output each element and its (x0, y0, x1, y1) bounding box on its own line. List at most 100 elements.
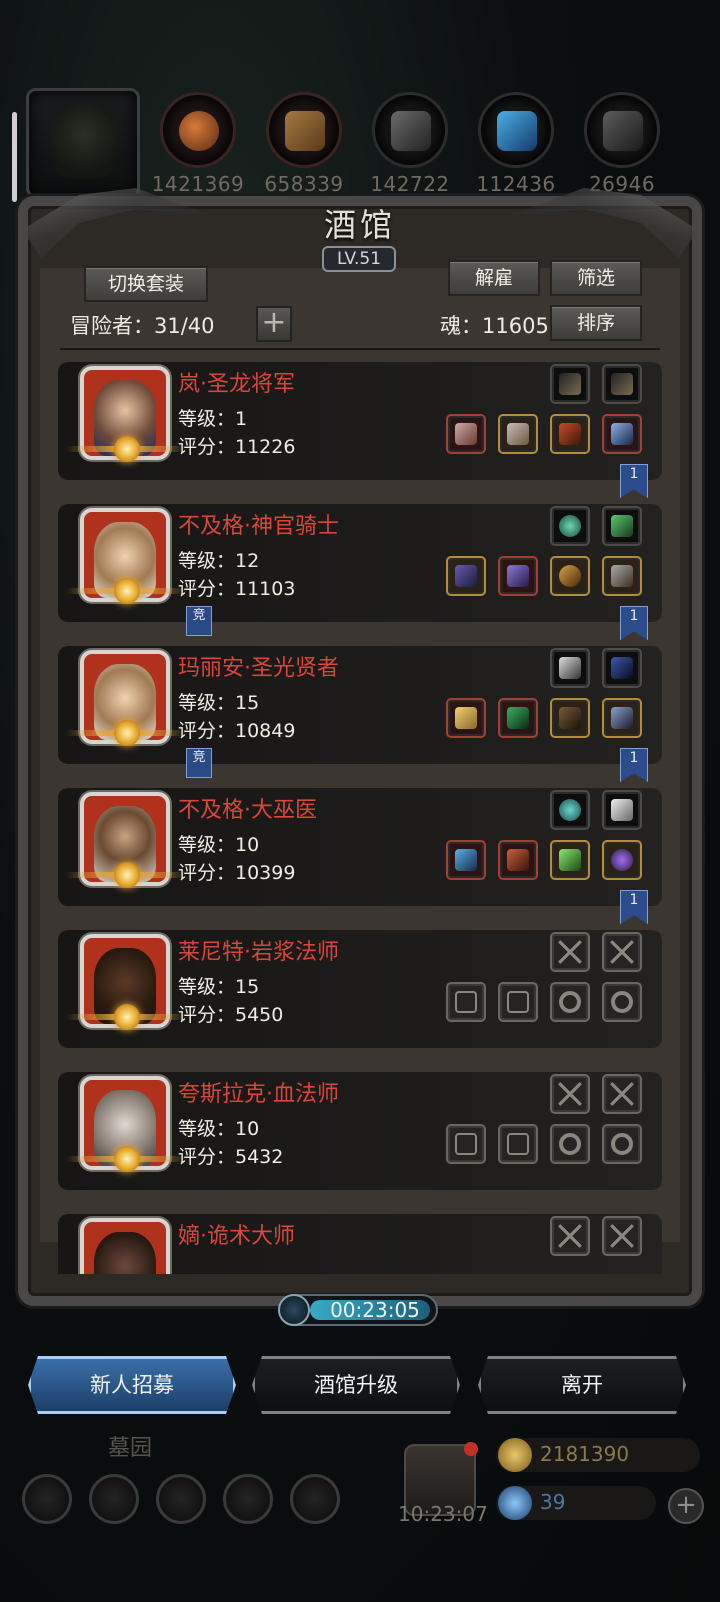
tavern-level-badge: LV.51 (322, 246, 396, 272)
empty-ring-slot[interactable] (550, 982, 590, 1022)
hero-name: 嫡·诡术大师 (178, 1224, 295, 1249)
hero-score: 评分：5432 (178, 1146, 284, 1168)
weapon-slot[interactable] (446, 414, 486, 454)
accessory-slot[interactable] (550, 506, 590, 546)
switch-set-button[interactable]: 切换套装 (84, 266, 208, 302)
hero-level: 等级：15 (178, 692, 260, 714)
dismiss-button[interactable]: 解雇 (448, 260, 540, 296)
resource-wood: 658339 (264, 92, 343, 196)
accessory-slot[interactable] (550, 790, 590, 830)
filter-button[interactable]: 筛选 (550, 260, 642, 296)
resource-crystal: 112436 (476, 92, 555, 196)
clock-icon (278, 1294, 310, 1326)
hero-card[interactable]: 岚·圣龙将军 等级：1 评分：11226 1 (58, 358, 662, 498)
sort-button[interactable]: 排序 (550, 305, 642, 341)
favorite-flag[interactable]: 1 (620, 748, 648, 782)
gloves-slot[interactable] (550, 414, 590, 454)
leave-button[interactable]: 离开 (478, 1356, 686, 1414)
player-avatar[interactable] (26, 88, 140, 198)
hero-card[interactable]: 不及格·神官骑士 等级：12 评分：11103 竞 1 (58, 500, 662, 640)
gear-icon[interactable] (22, 1474, 72, 1524)
hero-level: 等级：15 (178, 976, 260, 998)
iron-icon (584, 92, 660, 168)
crystal-icon (478, 92, 554, 168)
accessory-slot[interactable] (602, 648, 642, 688)
weapon-slot[interactable] (446, 698, 486, 738)
hero-portrait[interactable] (80, 1218, 170, 1274)
empty-ring-slot[interactable] (550, 1124, 590, 1164)
meat-icon (160, 92, 236, 168)
accessory-slot[interactable] (602, 364, 642, 404)
empty-accessory-slot[interactable] (602, 1216, 642, 1256)
rank-emblem-icon (66, 1146, 186, 1172)
armor-slot[interactable] (498, 840, 538, 880)
empty-weapon-slot[interactable] (446, 982, 486, 1022)
shield-icon[interactable] (290, 1474, 340, 1524)
gloves-slot[interactable] (550, 556, 590, 596)
armor-slot[interactable] (498, 556, 538, 596)
weapon-slot[interactable] (446, 840, 486, 880)
armor-slot[interactable] (498, 698, 538, 738)
resource-bar: 1421369 658339 142722 112436 26946 (0, 88, 720, 198)
empty-ring-slot[interactable] (602, 982, 642, 1022)
empty-armor-slot[interactable] (498, 982, 538, 1022)
hero-card[interactable]: 嫡·诡术大师 (58, 1210, 662, 1274)
empty-armor-slot[interactable] (498, 1124, 538, 1164)
page-title: 酒馆 (323, 206, 396, 244)
hero-level: 等级：10 (178, 1118, 260, 1140)
gem-counter: 39 (496, 1486, 656, 1520)
empty-accessory-slot[interactable] (602, 932, 642, 972)
favorite-flag[interactable]: 1 (620, 606, 648, 640)
gloves-slot[interactable] (550, 698, 590, 738)
recruit-button[interactable]: 新人招募 (28, 1356, 236, 1414)
soul-count: 魂：11605 (440, 314, 549, 338)
hero-level: 等级：12 (178, 550, 260, 572)
competitive-tag: 竞 (186, 748, 212, 778)
star-icon[interactable] (89, 1474, 139, 1524)
boots-slot[interactable] (602, 556, 642, 596)
book-icon[interactable] (223, 1474, 273, 1524)
resource-meat-value: 1421369 (151, 172, 245, 196)
resource-wood-value: 658339 (264, 172, 344, 196)
resource-stone-value: 142722 (370, 172, 450, 196)
add-currency-button[interactable]: + (668, 1488, 704, 1524)
empty-weapon-slot[interactable] (446, 1124, 486, 1164)
hero-score: 评分：5450 (178, 1004, 284, 1026)
stone-icon (372, 92, 448, 168)
weapon-slot[interactable] (446, 556, 486, 596)
gold-amount: 2181390 (540, 1442, 630, 1466)
accessory-slot[interactable] (550, 648, 590, 688)
hero-card[interactable]: 不及格·大巫医 等级：10 评分：10399 1 (58, 784, 662, 924)
hero-icon[interactable] (156, 1474, 206, 1524)
accessory-slot[interactable] (602, 506, 642, 546)
notification-dot (464, 1442, 478, 1456)
hero-name: 玛丽安·圣光贤者 (178, 656, 339, 681)
upgrade-tavern-button[interactable]: 酒馆升级 (252, 1356, 460, 1414)
boots-slot[interactable] (602, 414, 642, 454)
empty-accessory-slot[interactable] (550, 932, 590, 972)
hero-list[interactable]: 岚·圣龙将军 等级：1 评分：11226 1 不及格·神官骑士 等级：12 评分… (58, 358, 662, 1274)
armor-slot[interactable] (498, 414, 538, 454)
hero-score: 评分：11103 (178, 578, 296, 600)
gloves-slot[interactable] (550, 840, 590, 880)
empty-accessory-slot[interactable] (602, 1074, 642, 1114)
empty-accessory-slot[interactable] (550, 1074, 590, 1114)
skull-mask-icon (51, 105, 117, 179)
hero-card[interactable]: 夸斯拉克·血法师 等级：10 评分：5432 (58, 1068, 662, 1190)
divider (60, 348, 660, 350)
empty-accessory-slot[interactable] (550, 1216, 590, 1256)
hero-card[interactable]: 莱尼特·岩浆法师 等级：15 评分：5450 (58, 926, 662, 1048)
hero-score: 评分：10399 (178, 862, 296, 884)
boots-slot[interactable] (602, 698, 642, 738)
accessory-slot[interactable] (602, 790, 642, 830)
add-slot-button[interactable]: + (256, 306, 292, 342)
boots-slot[interactable] (602, 840, 642, 880)
recruit-timer: 00:23:05 (278, 1294, 438, 1326)
favorite-flag[interactable]: 1 (620, 464, 648, 498)
favorite-flag[interactable]: 1 (620, 890, 648, 924)
hero-card[interactable]: 玛丽安·圣光贤者 等级：15 评分：10849 竞 1 (58, 642, 662, 782)
accessory-slot[interactable] (550, 364, 590, 404)
wood-icon (266, 92, 342, 168)
adventurer-count: 冒险者：31/40 (70, 314, 215, 338)
empty-ring-slot[interactable] (602, 1124, 642, 1164)
